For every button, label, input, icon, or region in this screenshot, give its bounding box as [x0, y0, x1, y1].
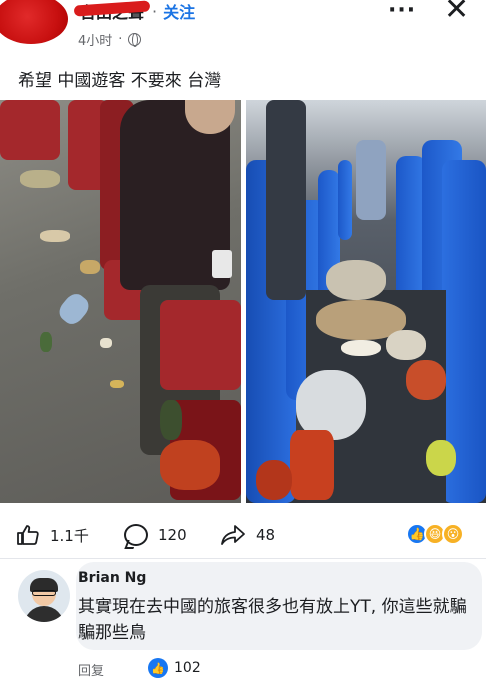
reply-button[interactable]: 回复 [78, 660, 104, 679]
litter [55, 289, 93, 329]
litter [110, 380, 124, 388]
like-button[interactable]: 1.1千 [16, 520, 89, 550]
post-time: 4小时 [78, 34, 113, 49]
like-count: 1.1千 [50, 526, 89, 545]
phone [212, 250, 232, 278]
seat [338, 160, 352, 240]
seat [160, 300, 241, 390]
litter [40, 230, 70, 242]
separator-dot: · [152, 1, 158, 21]
author-avatar[interactable] [0, 0, 68, 44]
comment-text: 其實現在去中國的旅客很多也有放上YT, 你這些就騙騙那些鳥 [78, 597, 467, 643]
litter [426, 440, 456, 476]
litter [80, 260, 100, 274]
litter [326, 260, 386, 300]
comment-button[interactable]: 120 [124, 520, 187, 550]
globe-icon [128, 33, 142, 47]
comment-count: 120 [158, 526, 187, 544]
separator-dot: · [118, 32, 123, 47]
litter [100, 338, 112, 348]
comment-like-icon: 👍 [148, 658, 168, 678]
share-icon [221, 525, 245, 545]
divider [0, 558, 486, 559]
more-options-button[interactable]: ··· [388, 0, 416, 23]
litter [160, 440, 220, 490]
close-button[interactable]: ✕ [444, 0, 469, 27]
post-photo-right[interactable] [246, 100, 486, 503]
comment-footer: 回复 [78, 660, 104, 679]
avatar-body [24, 606, 64, 622]
comment-like-count: 102 [174, 660, 201, 676]
follow-button[interactable]: 关注 [163, 0, 195, 23]
post-photo-left[interactable] [0, 100, 241, 503]
seat [0, 100, 60, 160]
litter [40, 332, 52, 352]
comment-icon [124, 524, 148, 546]
litter [256, 460, 292, 500]
thumbs-up-icon [17, 525, 39, 545]
wow-reaction-icon: 😮 [442, 523, 464, 545]
reaction-summary[interactable]: 👍 😆 😮 [406, 523, 464, 545]
author-row: 台田之聲 · 关注 [78, 0, 195, 23]
author-name[interactable]: 台田之聲 [78, 0, 146, 23]
litter [160, 400, 182, 440]
share-button[interactable]: 48 [220, 520, 275, 550]
commenter-avatar[interactable] [18, 570, 70, 622]
litter [406, 360, 446, 400]
post-meta: 4小时 · [78, 30, 142, 49]
commenter-name[interactable]: Brian Ng [78, 570, 146, 586]
post-text: 希望 中國遊客 不要來 台灣 [18, 71, 222, 91]
share-count: 48 [256, 526, 276, 544]
passenger [266, 100, 306, 300]
passenger [356, 140, 386, 220]
litter [290, 430, 334, 500]
litter [341, 340, 381, 356]
avatar-glasses [32, 590, 56, 596]
post-header: 台田之聲 · 关注 4小时 · ··· ✕ [0, 0, 486, 56]
litter [386, 330, 426, 360]
litter [20, 170, 60, 188]
